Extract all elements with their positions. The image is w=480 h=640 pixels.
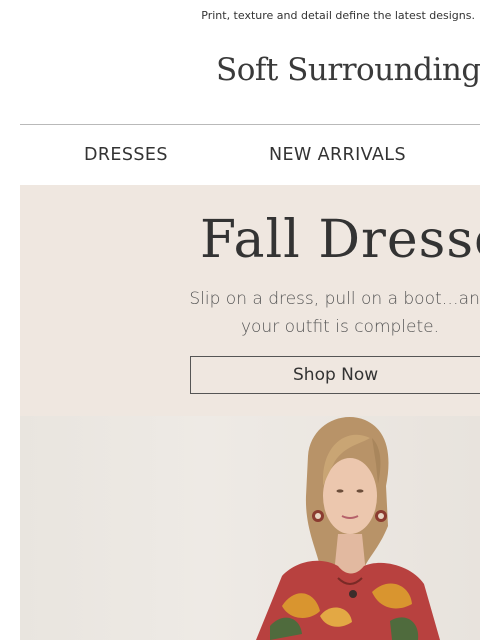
hero-title: Fall Dresses bbox=[200, 210, 480, 270]
model-illustration bbox=[256, 417, 440, 640]
header-divider bbox=[20, 124, 480, 125]
hero-subtitle-line-1: Slip on a dress, pull on a boot…and bbox=[189, 289, 480, 309]
hero-subtitle-line-2: your outfit is complete. bbox=[240, 317, 440, 337]
woman-in-floral-dress-photo[interactable] bbox=[20, 416, 480, 640]
brand-logo[interactable]: Soft Surroundings® bbox=[216, 52, 480, 88]
shop-now-button[interactable]: Shop Now bbox=[190, 356, 480, 394]
preheader-text: Print, texture and detail define the lat… bbox=[201, 9, 475, 22]
nav-link-new-arrivals[interactable]: NEW ARRIVALS bbox=[269, 145, 406, 165]
hero-subtitle: Slip on a dress, pull on a boot…and your… bbox=[110, 285, 480, 341]
brand-name: Soft Surroundings bbox=[216, 52, 480, 88]
nav-link-dresses[interactable]: DRESSES bbox=[84, 145, 168, 165]
hero-banner: Fall Dresses Slip on a dress, pull on a … bbox=[20, 185, 480, 640]
